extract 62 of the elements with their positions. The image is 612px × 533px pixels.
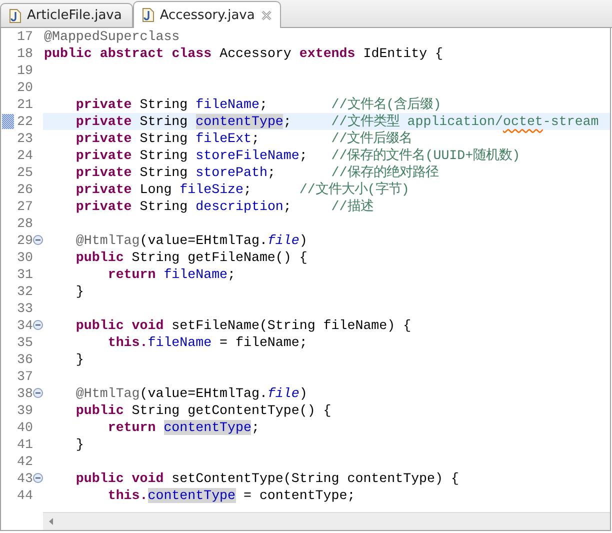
collapse-icon[interactable] — [33, 235, 43, 245]
line-number: 19 — [16, 63, 33, 78]
line-number: 18 — [16, 46, 33, 61]
line-number: 20 — [16, 80, 33, 95]
code-line: @HtmlTag(value=EHtmlTag.file) — [74, 232, 308, 249]
line-number: 39 — [16, 403, 33, 418]
line-number: 37 — [16, 369, 33, 384]
java-file-icon — [142, 8, 154, 22]
line-number: 41 — [16, 437, 33, 452]
collapse-icon[interactable] — [33, 388, 43, 398]
line-number: 23 — [16, 131, 33, 146]
code-line: return fileName; — [106, 266, 236, 283]
code-line: this.contentType = contentType; — [106, 487, 356, 504]
line-number: 35 — [16, 335, 33, 350]
line-number: 42 — [16, 454, 33, 469]
code-line: } — [74, 283, 84, 300]
line-number: 32 — [16, 284, 33, 299]
line-number: 22 — [16, 114, 33, 129]
close-icon[interactable] — [260, 10, 272, 20]
scroll-left-icon[interactable] — [49, 518, 53, 525]
line-number: 30 — [16, 250, 33, 265]
line-number: 29 — [16, 233, 33, 248]
code-line: } — [74, 436, 84, 453]
collapse-icon[interactable] — [33, 473, 43, 483]
line-number: 33 — [16, 301, 33, 316]
java-file-icon — [9, 8, 21, 22]
code-line: private Long fileSize; //文件大小(字节) — [74, 181, 410, 198]
collapse-icon[interactable] — [33, 320, 43, 330]
code-line: private String storePath; //保存的绝对路径 — [74, 164, 438, 181]
line-number: 17 — [16, 29, 33, 44]
code-line: private String contentType; //文件类型 application/octet-stream — [74, 113, 599, 130]
code-line: public void setFileName(String fileName) { — [74, 317, 412, 334]
line-number: 31 — [16, 267, 33, 282]
code-line: private String fileExt; //文件后缀名 — [74, 130, 412, 147]
line-number: 34 — [16, 318, 33, 333]
code-line: public String getContentType() { — [74, 402, 332, 419]
line-number: 27 — [16, 199, 33, 214]
occurrence-marker-icon[interactable] — [2, 114, 14, 129]
line-number: 21 — [16, 97, 33, 112]
code-line: } — [74, 351, 84, 368]
code-line: public String getFileName() { — [74, 249, 308, 266]
code-line: private String fileName; //文件名(含后缀) — [74, 96, 442, 113]
code-line: private String description; //描述 — [74, 198, 374, 215]
code-line: public abstract class Accessory extends IdEntity { — [44, 45, 444, 62]
code-line: @HtmlTag(value=EHtmlTag.file) — [74, 385, 308, 402]
code-line: private String storeFileName; //保存的文件名(UUID+随机数) — [74, 147, 520, 164]
line-number: 44 — [16, 488, 33, 503]
code-line: public void setContentType(String contentType) { — [74, 470, 459, 487]
horizontal-scrollbar[interactable] — [43, 512, 610, 530]
line-number: 36 — [16, 352, 33, 367]
code-line: this.fileName = fileName; — [106, 334, 308, 351]
line-number: 43 — [16, 471, 33, 486]
line-number: 25 — [16, 165, 33, 180]
line-number: 40 — [16, 420, 33, 435]
line-number: 26 — [16, 182, 33, 197]
code-line: @MappedSuperclass — [44, 28, 180, 45]
line-number: 24 — [16, 148, 33, 163]
editor-tab[interactable]: ArticleFile.java — [0, 3, 133, 27]
line-number: 28 — [16, 216, 33, 231]
editor-tab[interactable]: Accessory.java — [132, 1, 281, 28]
code-line: return contentType; — [106, 419, 260, 436]
line-number: 38 — [16, 386, 33, 401]
